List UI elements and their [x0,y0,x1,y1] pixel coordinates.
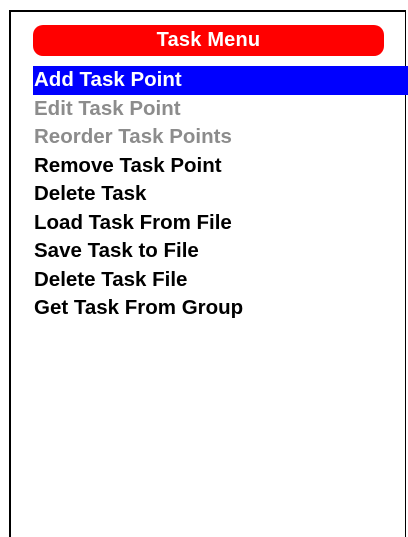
menu-item-label: Load Task From File [34,210,232,234]
menu-item-load-task-from-file[interactable]: Load Task From File [33,209,408,238]
menu-item-label: Delete Task File [34,267,188,291]
menu-item-save-task-to-file[interactable]: Save Task to File [33,237,408,266]
menu-item-edit-task-point: Edit Task Point [33,95,408,124]
menu-item-delete-task[interactable]: Delete Task [33,180,408,209]
task-menu-screen: Task Menu Add Task Point Edit Task Point… [9,10,408,537]
menu-item-label: Remove Task Point [34,153,222,177]
menu-item-get-task-from-group[interactable]: Get Task From Group [33,294,408,323]
menu-title-bar: Task Menu [33,25,384,56]
menu-item-add-task-point[interactable]: Add Task Point [33,66,408,95]
menu-title: Task Menu [156,29,261,51]
menu-item-label: Reorder Task Points [34,125,232,148]
menu-item-label: Save Task to File [34,239,199,262]
menu-item-remove-task-point[interactable]: Remove Task Point [33,152,408,181]
menu-item-label: Get Task From Group [34,296,244,319]
menu-item-label: Edit Task Point [34,96,181,120]
menu-item-label: Delete Task [34,182,147,205]
task-menu-list: Add Task Point Edit Task Point Reorder T… [33,66,408,323]
menu-item-label: Add Task Point [34,68,182,91]
menu-item-delete-task-file[interactable]: Delete Task File [33,266,408,295]
menu-item-reorder-task-points: Reorder Task Points [33,123,408,152]
